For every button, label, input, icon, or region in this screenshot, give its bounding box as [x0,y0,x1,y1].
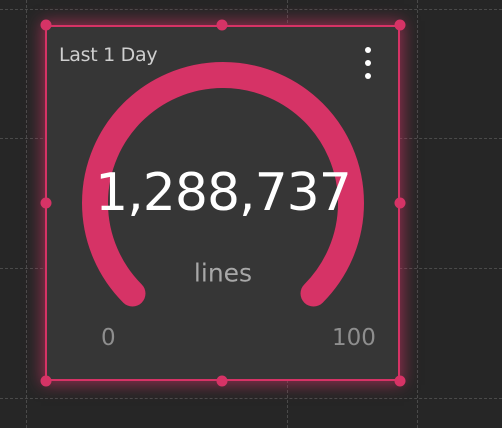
resize-handle-top-left[interactable] [40,19,52,31]
resize-handle-bottom[interactable] [216,375,228,387]
resize-handle-left[interactable] [40,197,52,209]
gauge-widget[interactable]: Last 1 Day 1,288,737 lines 0 100 [45,25,400,381]
grid-guide-horizontal [0,398,502,399]
gauge-min-label: 0 [101,325,116,351]
grid-guide-vertical [26,0,27,428]
metric-unit: lines [193,258,253,288]
metric-value: 1,288,737 [95,163,352,223]
resize-handle-bottom-right[interactable] [394,375,406,387]
resize-handle-top-right[interactable] [394,19,406,31]
resize-handle-bottom-left[interactable] [40,375,52,387]
gauge-max-label: 100 [332,325,376,351]
resize-handle-top[interactable] [216,19,228,31]
grid-guide-horizontal [0,9,502,10]
resize-handle-right[interactable] [394,197,406,209]
grid-guide-vertical [417,0,418,428]
